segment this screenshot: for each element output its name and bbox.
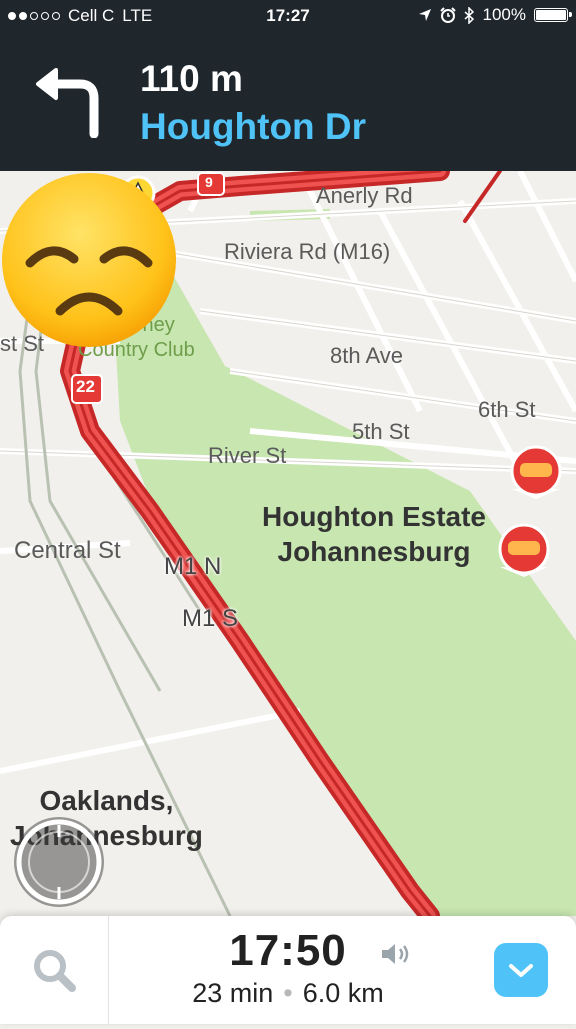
map-view[interactable]: ! ! <box>0 171 576 916</box>
label-6th-st: 6th St <box>478 397 536 422</box>
status-right: 100% <box>418 5 572 25</box>
label-m1s: M1 S <box>182 605 239 632</box>
location-arrow-icon <box>418 9 431 21</box>
trip-distance: 6.0 km <box>302 978 384 1008</box>
recenter-button[interactable] <box>14 817 104 907</box>
speaker-icon[interactable] <box>380 940 412 968</box>
label-houghton-estate: Houghton Estate Johannesburg <box>262 501 486 567</box>
label-riviera-rd: Riviera Rd (M16) <box>224 239 391 264</box>
disappointed-face-icon <box>2 173 176 347</box>
eta-summary: 23 min • 6.0 km <box>0 978 576 1009</box>
turn-street-name: Houghton Dr <box>140 106 367 147</box>
label-8th-ave: 8th Ave <box>330 343 403 368</box>
traffic-jam-icon[interactable] <box>498 523 550 577</box>
speed-label-9: 9 <box>205 174 213 190</box>
label-5th-st: 5th St <box>352 419 410 444</box>
status-bar: Cell C LTE 17:27 100% <box>0 0 576 30</box>
bottom-eta-bar: 17:50 23 min • 6.0 km <box>0 916 576 1024</box>
bluetooth-icon <box>464 6 474 24</box>
turn-distance: 110 m <box>140 58 243 99</box>
alarm-icon <box>439 7 456 23</box>
speed-label-22: 22 <box>76 377 95 396</box>
battery-icon <box>534 8 572 22</box>
label-central-st: Central St <box>14 537 121 564</box>
battery-percent: 100% <box>482 5 526 24</box>
crosshair-icon <box>16 819 102 905</box>
navigation-header[interactable]: 110 m Houghton Dr <box>0 30 576 171</box>
label-anerly-rd: Anerly Rd <box>316 183 413 208</box>
traffic-jam-icon[interactable] <box>510 445 562 499</box>
separator-dot: • <box>283 978 293 1008</box>
chevron-down-icon <box>509 964 533 977</box>
eta-time[interactable]: 17:50 <box>0 926 576 976</box>
label-m1n: M1 N <box>164 553 222 580</box>
turn-left-arrow-icon <box>36 68 99 138</box>
trip-duration: 23 min <box>192 978 274 1008</box>
label-river-st: River St <box>208 443 287 468</box>
expand-menu-button[interactable] <box>494 943 548 997</box>
